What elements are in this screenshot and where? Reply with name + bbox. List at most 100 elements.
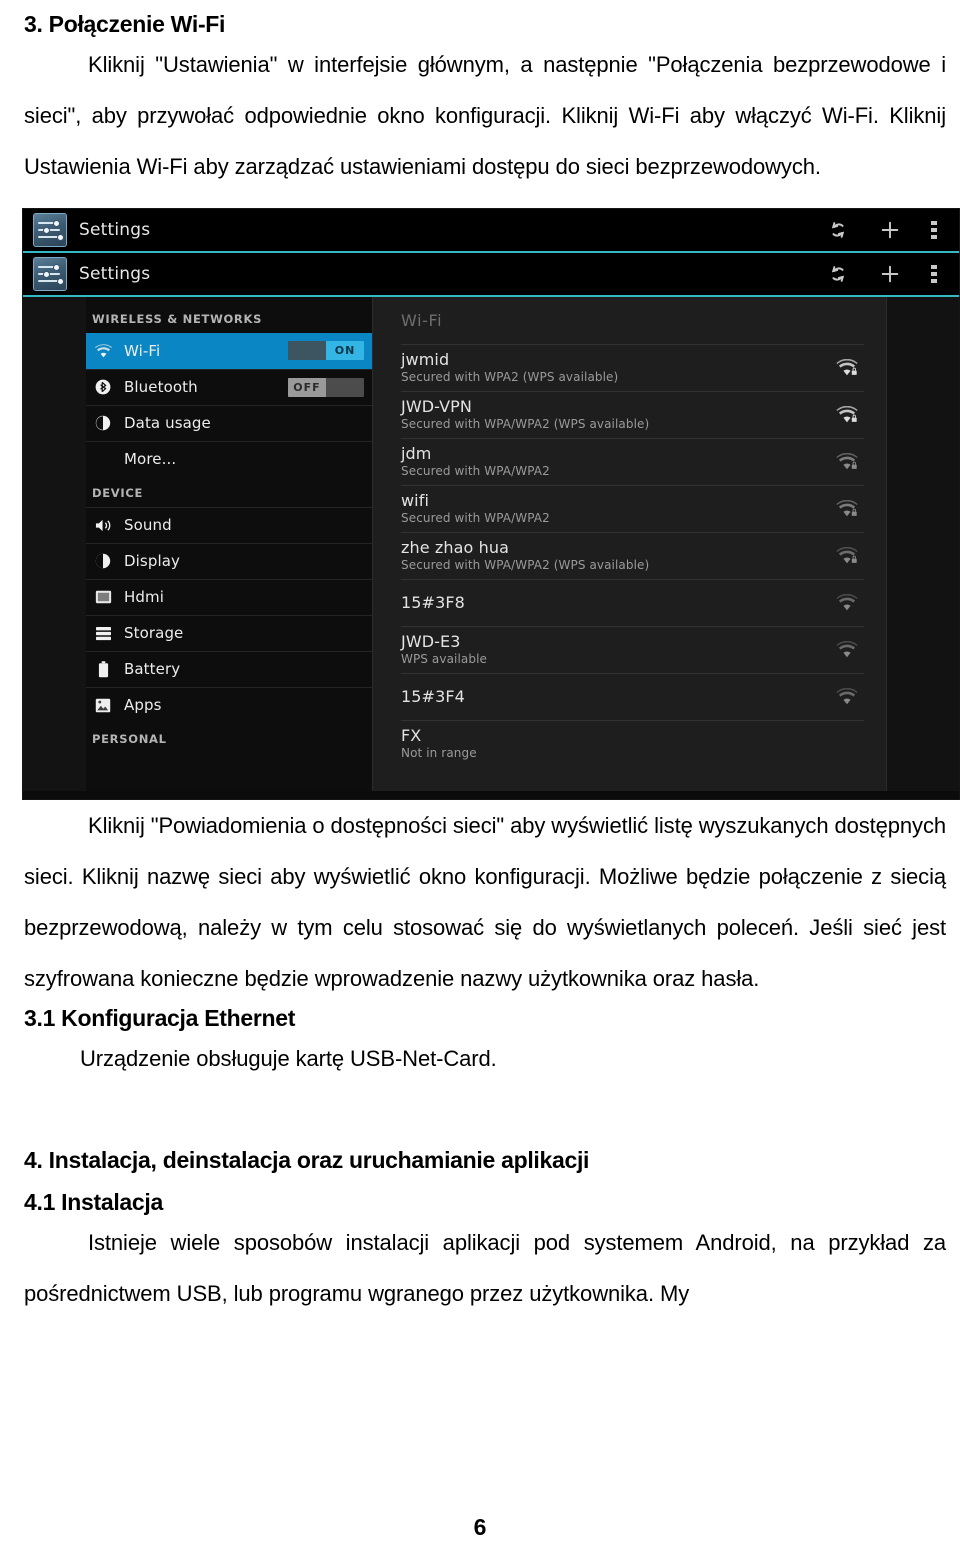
action-bar-title: Settings <box>79 219 151 240</box>
toggle-track-right <box>326 378 364 397</box>
paragraph-installation: Istnieje wiele sposobów instalacji aplik… <box>24 1230 946 1306</box>
wps-refresh-icon[interactable] <box>827 263 849 285</box>
network-security: Secured with WPA/WPA2 <box>401 464 550 479</box>
list-item[interactable]: 15#3F4 <box>401 672 864 720</box>
paragraph-ethernet: Urządzenie obsługuje kartę USB-Net-Card. <box>80 1045 497 1071</box>
action-bar-title-duplicate: Settings <box>79 263 151 284</box>
battery-icon <box>92 660 114 678</box>
right-gutter <box>887 296 959 795</box>
sidebar-item-apps[interactable]: Apps <box>86 686 372 723</box>
toggle-track-left <box>288 341 326 360</box>
document-page: 3. Połączenie Wi-Fi Kliknij "Ustawienia"… <box>0 10 960 1555</box>
page-number: 6 <box>473 1514 487 1540</box>
sidebar-item-display[interactable]: Display <box>86 542 372 579</box>
overflow-menu-icon[interactable] <box>931 219 937 241</box>
sidebar-section-personal-label: PERSONAL <box>92 731 167 746</box>
sidebar-item-label: Data usage <box>124 414 211 433</box>
sidebar-item-data-usage[interactable]: Data usage <box>86 404 372 441</box>
display-icon <box>92 552 114 570</box>
sidebar-item-label: Bluetooth <box>124 378 198 397</box>
list-item[interactable]: FX Not in range <box>401 719 864 767</box>
settings-sliders-icon <box>33 256 67 291</box>
toggle-state-label: ON <box>326 341 364 361</box>
settings-body: WIRELESS & NETWORKS Wi-Fi ON Bluetooth O… <box>23 296 959 795</box>
network-ssid: jwmid <box>401 350 450 370</box>
network-ssid: zhe zhao hua <box>401 538 509 558</box>
sidebar-item-battery[interactable]: Battery <box>86 650 372 687</box>
sidebar-item-wifi[interactable]: Wi-Fi ON <box>86 332 372 369</box>
network-ssid: 15#3F4 <box>401 687 465 707</box>
left-gutter <box>23 296 86 795</box>
toggle-state-label: OFF <box>288 377 326 397</box>
network-ssid: JWD-VPN <box>401 397 472 417</box>
sidebar-item-label: Wi-Fi <box>124 341 161 360</box>
sidebar-item-sound[interactable]: Sound <box>86 506 372 543</box>
sidebar-item-hdmi[interactable]: Hdmi <box>86 578 372 615</box>
wifi-content-panel: Wi-Fi jwmid Secured with WPA2 (WPS avail… <box>372 296 887 795</box>
page-title: 3. Połączenie Wi-Fi <box>24 11 226 37</box>
paragraph-intro: Kliknij "Ustawienia" w interfejsie główn… <box>24 51 946 179</box>
screenshot-bottom-crop <box>23 790 959 799</box>
wifi-icon <box>92 342 114 360</box>
sidebar-item-label: Display <box>124 552 180 571</box>
sidebar-item-storage[interactable]: Storage <box>86 614 372 651</box>
data-usage-icon <box>92 414 114 432</box>
wifi-signal-icon <box>830 641 864 658</box>
hdmi-icon <box>92 588 114 606</box>
network-security: WPS available <box>401 652 487 667</box>
network-ssid: JWD-E3 <box>401 632 461 652</box>
add-network-icon[interactable] <box>879 219 901 241</box>
apps-icon <box>92 696 114 714</box>
heading-installation-sub: 4.1 Instalacja <box>24 1189 163 1216</box>
wps-refresh-icon[interactable] <box>827 219 849 241</box>
sound-icon <box>92 516 114 534</box>
sidebar-section-device-label: DEVICE <box>92 485 144 500</box>
content-title: Wi-Fi <box>401 310 443 330</box>
network-security: Secured with WPA/WPA2 <box>401 511 550 526</box>
overflow-menu-icon[interactable] <box>931 263 937 285</box>
bluetooth-icon <box>92 378 114 396</box>
network-ssid: jdm <box>401 444 432 464</box>
wifi-network-list: jwmid Secured with WPA2 (WPS available) <box>401 343 864 767</box>
sidebar-item-label: Sound <box>124 516 172 535</box>
settings-sidebar: WIRELESS & NETWORKS Wi-Fi ON Bluetooth O… <box>86 296 372 795</box>
sidebar-item-label: More... <box>124 450 177 469</box>
add-network-icon[interactable] <box>879 263 901 285</box>
wifi-signal-locked-icon <box>830 453 864 470</box>
list-item[interactable]: JWD-VPN Secured with WPA/WPA2 (WPS avail… <box>401 390 864 438</box>
wifi-signal-locked-icon <box>830 359 864 376</box>
storage-icon <box>92 624 114 642</box>
heading-installation: 4. Instalacja, deinstalacja oraz urucham… <box>24 1146 590 1173</box>
list-item[interactable]: jdm Secured with WPA/WPA2 <box>401 437 864 485</box>
wifi-toggle[interactable]: ON <box>288 341 364 361</box>
list-item[interactable]: wifi Secured with WPA/WPA2 <box>401 484 864 532</box>
wifi-signal-locked-icon <box>830 500 864 517</box>
sidebar-item-label: Storage <box>124 624 184 643</box>
network-security: Secured with WPA2 (WPS available) <box>401 370 619 385</box>
settings-sliders-icon <box>33 212 67 247</box>
sidebar-item-label: Hdmi <box>124 588 164 607</box>
sidebar-section-wireless-label: WIRELESS & NETWORKS <box>92 311 263 326</box>
paragraph-networks: Kliknij "Powiadomienia o dostępności sie… <box>24 812 946 991</box>
sidebar-item-bluetooth[interactable]: Bluetooth OFF <box>86 368 372 405</box>
sidebar-item-more[interactable]: More... <box>86 440 372 477</box>
list-item[interactable]: jwmid Secured with WPA2 (WPS available) <box>401 343 864 391</box>
heading-ethernet: 3.1 Konfiguracja Ethernet <box>24 1004 296 1031</box>
network-security: Secured with WPA/WPA2 (WPS available) <box>401 417 650 432</box>
sidebar-item-label: Apps <box>124 696 162 715</box>
bluetooth-toggle[interactable]: OFF <box>288 377 364 397</box>
list-item[interactable]: zhe zhao hua Secured with WPA/WPA2 (WPS … <box>401 531 864 579</box>
wifi-signal-locked-icon <box>830 547 864 564</box>
wifi-signal-icon <box>830 594 864 611</box>
wifi-signal-locked-icon <box>830 406 864 423</box>
list-item[interactable]: JWD-E3 WPS available <box>401 625 864 673</box>
network-security: Not in range <box>401 746 477 761</box>
network-ssid: 15#3F8 <box>401 593 465 613</box>
network-security: Secured with WPA/WPA2 (WPS available) <box>401 558 650 573</box>
android-settings-screenshot: Settings Settings WIRELESS & NETWORKS Wi… <box>22 207 960 800</box>
action-bar-top: Settings <box>23 208 959 253</box>
wifi-signal-icon <box>830 688 864 705</box>
sidebar-item-label: Battery <box>124 660 181 679</box>
action-bar-duplicate: Settings <box>23 252 959 297</box>
list-item[interactable]: 15#3F8 <box>401 578 864 626</box>
